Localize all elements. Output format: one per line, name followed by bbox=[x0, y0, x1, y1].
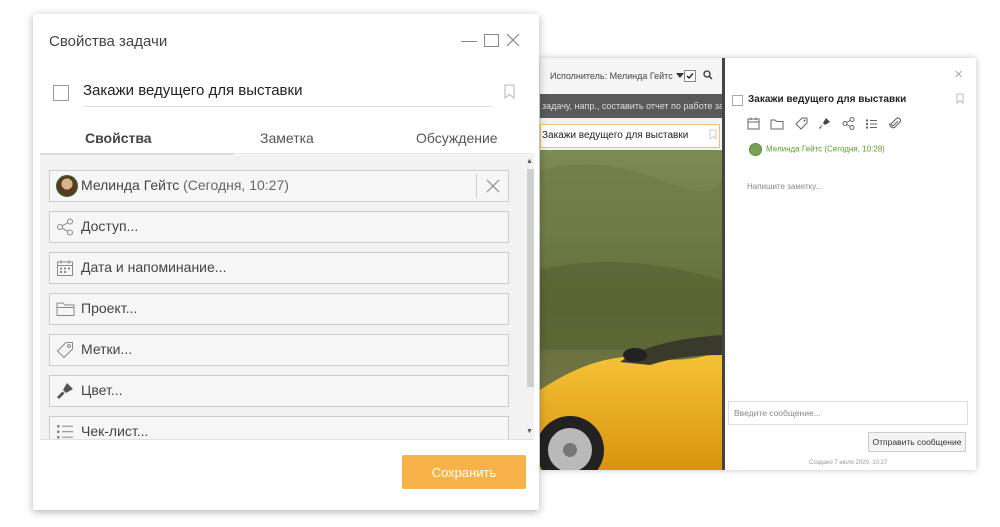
project-label: Проект... bbox=[81, 300, 138, 316]
minimize-icon[interactable] bbox=[461, 41, 477, 42]
scroll-up-icon[interactable]: ▲ bbox=[526, 158, 533, 165]
remove-owner-icon[interactable] bbox=[486, 179, 500, 193]
date-reminder-row[interactable]: Дата и напоминание... bbox=[49, 252, 509, 284]
task-complete-checkbox[interactable] bbox=[732, 95, 743, 106]
access-label: Доступ... bbox=[81, 218, 139, 234]
bookmark-icon[interactable] bbox=[956, 93, 964, 104]
tag-icon bbox=[56, 341, 74, 359]
task-detail-title: Закажи ведущего для выставки bbox=[748, 94, 907, 105]
tab-properties[interactable]: Свойства bbox=[85, 130, 152, 146]
task-properties-dialog: Свойства задачи Закажи ведущего для выст… bbox=[33, 14, 539, 510]
checklist-row[interactable]: Чек-лист... bbox=[49, 416, 509, 439]
tag-icon[interactable] bbox=[795, 117, 808, 130]
properties-list: Мелинда Гейтс (Сегодня, 10:27) Доступ...… bbox=[40, 155, 534, 439]
note-placeholder[interactable]: Напишите заметку... bbox=[747, 182, 822, 191]
folder-icon[interactable] bbox=[770, 118, 784, 130]
filter-bar: Исполнитель: Мелинда Гейтс bbox=[540, 58, 722, 94]
chevron-down-icon bbox=[675, 73, 684, 78]
task-author: Мелинда Гейтс (Сегодня, 10:28) bbox=[749, 143, 885, 156]
tags-label: Метки... bbox=[81, 341, 133, 357]
paint-brush-icon bbox=[56, 382, 74, 400]
close-icon[interactable] bbox=[506, 33, 520, 47]
tab-discussion[interactable]: Обсуждение bbox=[416, 130, 498, 146]
avatar bbox=[749, 143, 762, 156]
date-reminder-label: Дата и напоминание... bbox=[81, 259, 227, 275]
send-message-button[interactable]: Отправить сообщение bbox=[868, 432, 966, 452]
avatar bbox=[56, 175, 78, 197]
paperclip-icon[interactable] bbox=[888, 117, 901, 130]
owner-name: Мелинда Гейтс bbox=[81, 177, 180, 193]
task-name-underline bbox=[83, 106, 492, 107]
tab-note[interactable]: Заметка bbox=[260, 130, 314, 146]
save-button[interactable]: Сохранить bbox=[402, 455, 526, 489]
scroll-down-icon[interactable]: ▼ bbox=[526, 428, 533, 435]
access-row[interactable]: Доступ... bbox=[49, 211, 509, 243]
background-app-window: Исполнитель: Мелинда Гейтс задачу, напр.… bbox=[540, 58, 976, 470]
check-icon bbox=[686, 73, 694, 80]
bookmark-icon[interactable] bbox=[504, 84, 515, 99]
close-icon[interactable]: ✕ bbox=[954, 68, 963, 81]
task-list-item-selected[interactable]: Закажи ведущего для выставки bbox=[540, 124, 720, 148]
maximize-icon[interactable] bbox=[484, 34, 499, 47]
background-wallpaper-image bbox=[540, 150, 722, 470]
footer-divider bbox=[40, 439, 534, 440]
paint-brush-icon[interactable] bbox=[818, 117, 831, 130]
color-label: Цвет... bbox=[81, 382, 123, 398]
task-name-input[interactable]: Закажи ведущего для выставки bbox=[83, 82, 302, 99]
folder-icon bbox=[56, 300, 75, 317]
tags-row[interactable]: Метки... bbox=[49, 334, 509, 366]
checklist-icon[interactable] bbox=[865, 118, 878, 130]
owner-row[interactable]: Мелинда Гейтс (Сегодня, 10:27) bbox=[49, 170, 509, 202]
project-row[interactable]: Проект... bbox=[49, 293, 509, 325]
owner-time: (Сегодня, 10:27) bbox=[183, 177, 289, 193]
calendar-icon[interactable] bbox=[747, 117, 760, 130]
task-list-pane: Исполнитель: Мелинда Гейтс задачу, напр.… bbox=[540, 58, 731, 470]
search-icon[interactable] bbox=[703, 70, 713, 80]
checklist-icon bbox=[56, 423, 74, 439]
color-row[interactable]: Цвет... bbox=[49, 375, 509, 407]
assignee-filter[interactable]: Исполнитель: Мелинда Гейтс bbox=[550, 71, 684, 81]
task-action-toolbar bbox=[747, 115, 907, 133]
share-icon bbox=[56, 218, 74, 236]
task-complete-checkbox[interactable] bbox=[53, 85, 69, 101]
checklist-label: Чек-лист... bbox=[81, 423, 149, 439]
share-icon[interactable] bbox=[842, 117, 855, 131]
bookmark-icon[interactable] bbox=[709, 129, 717, 140]
task-detail-pane: ✕ Закажи ведущего для выставки Мелинда Г… bbox=[725, 58, 976, 470]
calendar-icon bbox=[56, 259, 74, 277]
scrollbar-thumb[interactable] bbox=[527, 169, 534, 387]
message-input[interactable]: Введите сообщение... bbox=[728, 401, 968, 425]
new-task-input[interactable]: задачу, напр., составить отчет по работе… bbox=[540, 94, 731, 118]
completed-filter-checkbox[interactable] bbox=[684, 70, 696, 82]
created-timestamp: Создано 7 июля 2020, 10:27 bbox=[809, 460, 888, 466]
dialog-title: Свойства задачи bbox=[49, 33, 168, 50]
